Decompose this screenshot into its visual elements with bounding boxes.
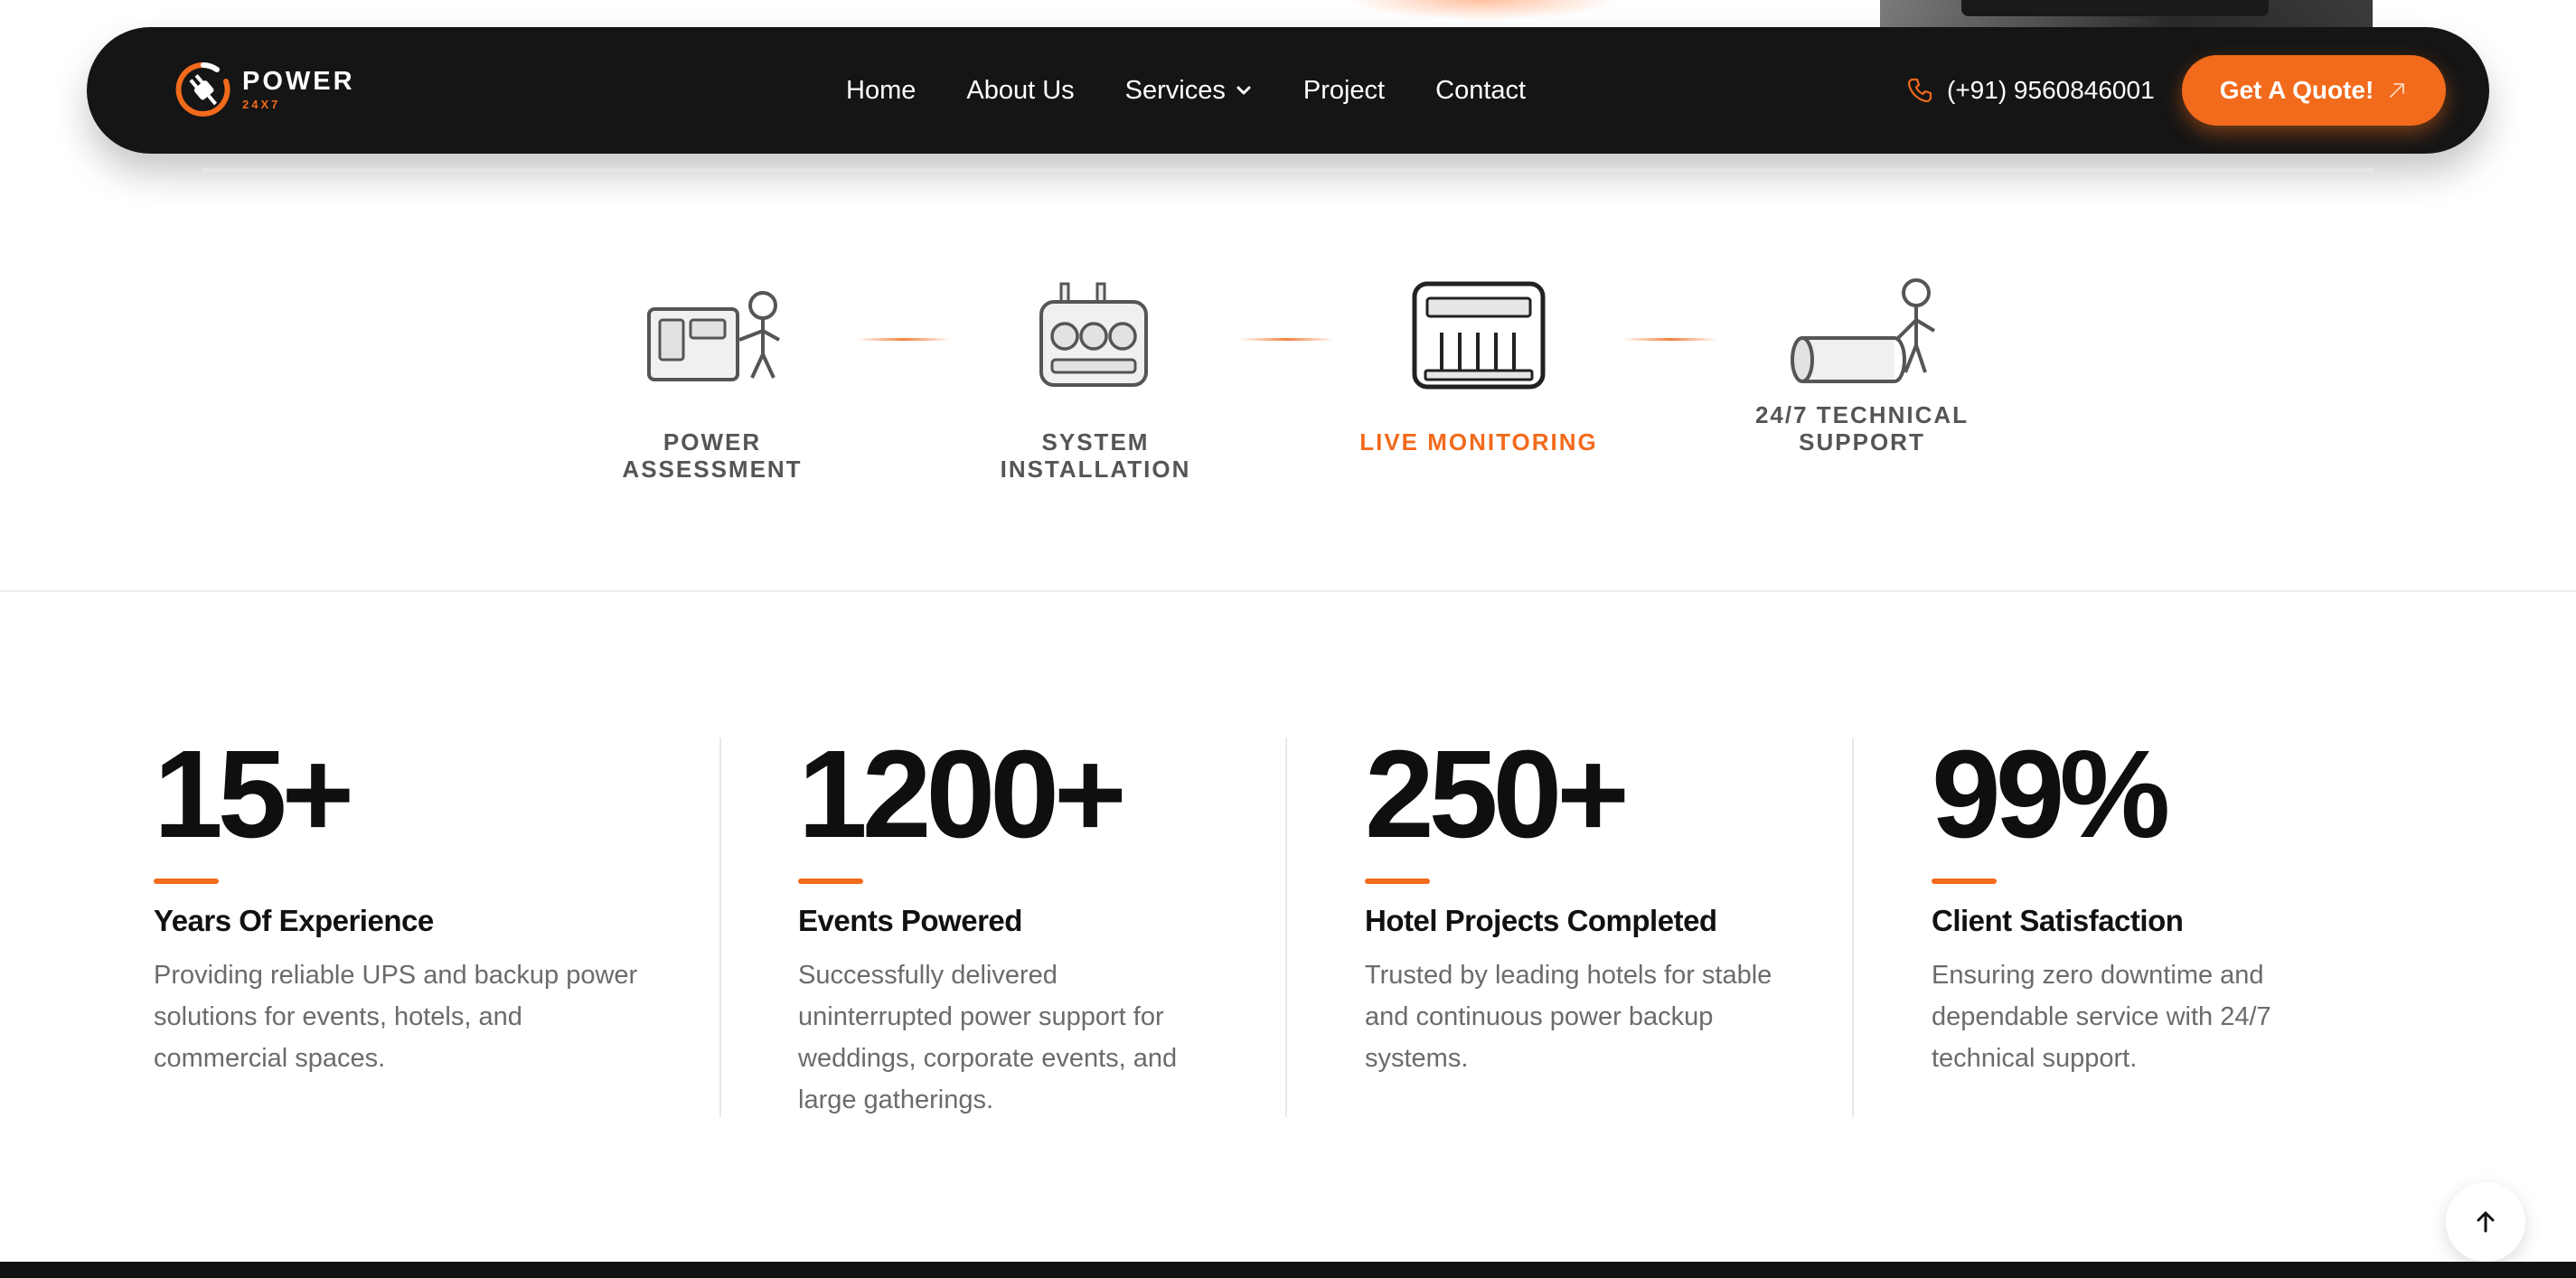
- step-label: POWER ASSESSMENT: [622, 428, 803, 483]
- stat-accent-bar: [154, 879, 219, 884]
- stat-divider: [1852, 738, 1854, 1117]
- step-connector: [1623, 338, 1717, 341]
- stat-title: Client Satisfaction: [1932, 904, 2184, 937]
- stat-accent-bar: [798, 879, 863, 884]
- footer-edge: [0, 1262, 2576, 1278]
- live-monitoring-icon: [1412, 281, 1546, 390]
- step-live-monitoring: LIVE MONITORING: [1343, 280, 1614, 456]
- stat-desc-line: large gatherings.: [798, 1085, 994, 1114]
- step-label-line1: 24/7 TECHNICAL: [1754, 401, 1970, 428]
- previous-section-edge: [0, 0, 2576, 27]
- step-connector: [857, 338, 951, 341]
- step-power-assessment: POWER ASSESSMENT: [575, 280, 850, 483]
- stat-desc-line: Ensuring zero downtime and: [1932, 961, 2264, 990]
- nav-project-label: Project: [1302, 75, 1386, 105]
- stat-desc-line: Successfully delivered: [798, 961, 1058, 990]
- system-installation-icon: [1039, 282, 1148, 387]
- stat-desc-line: Trusted by leading hotels for stable: [1365, 961, 1772, 990]
- step-system-installation: SYSTEM INSTALLATION: [949, 280, 1242, 483]
- phone-contact[interactable]: (+91) 9560846001: [1905, 27, 2155, 154]
- chevron-down-icon: [1236, 86, 1251, 95]
- stat-accent-bar: [1932, 879, 1997, 884]
- technical-support-icon: [1791, 278, 1936, 383]
- get-quote-button[interactable]: Get A Quote!: [2182, 55, 2446, 126]
- arrow-up-right-icon: [2390, 83, 2405, 98]
- power-assessment-icon: [647, 291, 780, 381]
- nav-home[interactable]: Home: [846, 76, 916, 106]
- nav-project[interactable]: Project: [1303, 76, 1385, 106]
- stat-description: Ensuring zero downtime and dependable se…: [1932, 954, 2438, 1079]
- nav-home-label: Home: [846, 75, 917, 105]
- nav-contact-label: Contact: [1435, 75, 1527, 105]
- nav-about-us[interactable]: About Us: [966, 76, 1074, 106]
- nav-services-label: Services: [1124, 75, 1226, 105]
- section-divider: [0, 590, 2576, 592]
- stat-number: 1200+: [798, 725, 1127, 864]
- hero-glow: [1347, 0, 1618, 20]
- stat-hotel-projects: 250+ Hotel Projects Completed Trusted by…: [1365, 732, 1871, 1079]
- stat-title: Years Of Experience: [154, 904, 434, 937]
- arrow-up-icon: [2477, 1211, 2495, 1233]
- stat-desc-line: commercial spaces.: [154, 1044, 386, 1073]
- stat-desc-line: Providing reliable UPS and backup power: [154, 961, 638, 990]
- step-connector: [1240, 338, 1334, 341]
- nav-divider: [202, 168, 2374, 172]
- logo-title: POWER: [242, 67, 355, 96]
- nav-contact[interactable]: Contact: [1435, 76, 1526, 106]
- stat-description: Trusted by leading hotels for stable and…: [1365, 954, 1871, 1079]
- stat-description: Successfully delivered uninterrupted pow…: [798, 954, 1304, 1121]
- stat-desc-line: technical support.: [1932, 1044, 2138, 1073]
- power-plug-icon: [175, 61, 230, 117]
- stat-desc-line: weddings, corporate events, and: [798, 1044, 1178, 1073]
- nav-services[interactable]: Services: [1125, 76, 1253, 106]
- stat-description: Providing reliable UPS and backup power …: [154, 954, 714, 1079]
- logo-subtitle: 24X7: [242, 98, 281, 111]
- stat-desc-line: solutions for events, hotels, and: [154, 1002, 522, 1031]
- stat-client-satisfaction: 99% Client Satisfaction Ensuring zero do…: [1932, 732, 2438, 1079]
- phone-icon: [1907, 78, 1932, 103]
- stat-number: 15+: [154, 725, 354, 864]
- stat-number: 250+: [1365, 725, 1630, 864]
- navbar: POWER 24X7 Home About Us Services Projec…: [87, 27, 2489, 154]
- step-label-active: LIVE MONITORING: [1359, 428, 1598, 456]
- stat-title: Hotel Projects Completed: [1365, 904, 1717, 937]
- logo[interactable]: POWER 24X7: [174, 60, 355, 119]
- step-label-line2: SUPPORT: [1799, 428, 1925, 456]
- stat-number: 99%: [1932, 725, 2170, 864]
- stat-experience: 15+ Years Of Experience Providing reliab…: [154, 732, 714, 1079]
- stat-title: Events Powered: [798, 904, 1022, 937]
- nav-about-label: About Us: [966, 75, 1075, 105]
- step-technical-support: 24/7 TECHNICAL SUPPORT: [1726, 271, 1998, 456]
- stat-desc-line: uninterrupted power support for: [798, 1002, 1164, 1031]
- stat-desc-line: and continuous power backup: [1365, 1002, 1714, 1031]
- stat-events: 1200+ Events Powered Successfully delive…: [798, 732, 1304, 1121]
- scroll-to-top-button[interactable]: [2446, 1182, 2525, 1262]
- stat-accent-bar: [1365, 879, 1430, 884]
- phone-number: (+91) 9560846001: [1947, 76, 2155, 104]
- stat-desc-line: systems.: [1365, 1044, 1469, 1073]
- get-quote-label: Get A Quote!: [2219, 76, 2374, 104]
- stat-divider: [1285, 738, 1287, 1117]
- nav-menu: Home About Us Services Project Contact: [846, 27, 1526, 154]
- hero-image-edge: [1880, 0, 2373, 27]
- stat-divider: [719, 738, 721, 1117]
- step-label: SYSTEM INSTALLATION: [1000, 428, 1191, 483]
- stat-desc-line: dependable service with 24/7: [1932, 1002, 2271, 1031]
